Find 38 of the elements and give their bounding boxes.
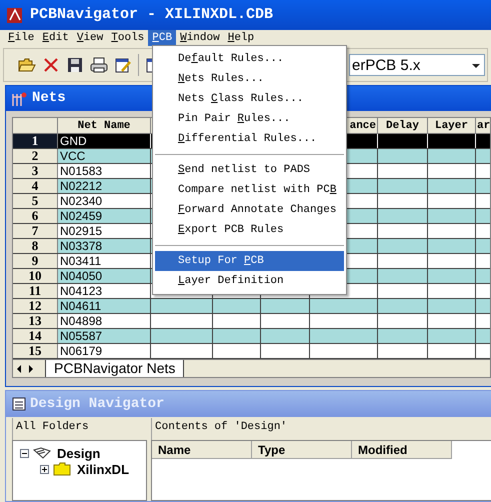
column-header: Delay: [386, 119, 419, 133]
row-number: 2: [13, 149, 58, 163]
navigator-title: Design Navigator: [30, 394, 164, 414]
net-name: N04898: [60, 314, 102, 328]
row-number: 1: [13, 134, 58, 148]
net-name: N02212: [60, 179, 102, 193]
column-header: Net Name: [78, 119, 130, 133]
net-name: N02459: [60, 209, 102, 223]
row-number: 13: [13, 314, 58, 328]
net-name: N02340: [60, 194, 102, 208]
net-name: N04050: [60, 269, 102, 283]
net-name: VCC: [60, 149, 86, 163]
row-number: 4: [13, 179, 58, 193]
net-name: N06179: [60, 344, 102, 358]
row-number: 10: [13, 269, 58, 283]
row-number: 9: [13, 254, 58, 268]
column-header: Layer: [434, 119, 468, 133]
net-name: N04123: [60, 284, 102, 298]
row-number: 3: [13, 164, 58, 178]
row-number: 5: [13, 194, 58, 208]
nets-title: Nets: [32, 89, 66, 108]
column-header: ar: [477, 119, 490, 133]
net-name: N03378: [60, 239, 102, 253]
column-header: ance: [350, 119, 376, 133]
net-name: N03411: [60, 254, 102, 268]
net-name: N04611: [60, 299, 102, 313]
net-name: N01583: [60, 164, 102, 178]
row-number: 6: [13, 209, 58, 223]
row-number: 14: [13, 329, 58, 343]
net-name: N05587: [60, 329, 102, 343]
row-number: 12: [13, 299, 58, 313]
net-name: GND: [60, 134, 87, 148]
row-number: 8: [13, 239, 58, 253]
net-name: N02915: [60, 224, 102, 238]
row-number: 15: [13, 344, 58, 358]
window-title: PCBNavigator - XILINXDL.CDB: [30, 4, 274, 25]
row-number: 11: [13, 284, 58, 298]
row-number: 7: [13, 224, 58, 238]
